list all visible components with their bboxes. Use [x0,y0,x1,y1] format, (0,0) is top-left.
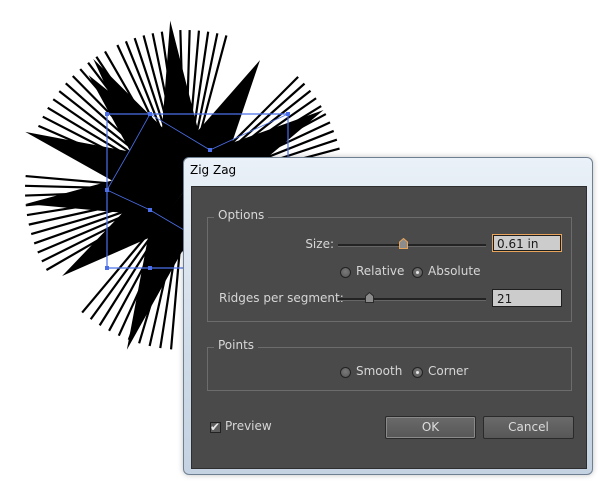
relative-radio[interactable] [340,267,351,278]
size-slider-thumb[interactable] [398,238,408,249]
dialog-body: Options Size: Relative Absolute Ridges p… [191,186,587,469]
preview-checkbox[interactable]: ✔ [210,420,221,434]
smooth-radio[interactable] [340,367,351,378]
corner-radio[interactable] [412,367,423,378]
points-group-title: Points [214,338,259,352]
ridges-slider[interactable] [338,298,486,301]
cancel-button[interactable]: Cancel [483,416,574,439]
dialog-title: Zig Zag [190,163,237,177]
zigzag-dialog: Zig Zag Options Size: Relative Absolute … [183,157,593,475]
ok-button[interactable]: OK [385,416,476,439]
corner-label: Corner [428,364,469,378]
options-group-title: Options [214,208,269,222]
size-input[interactable] [492,234,562,252]
ridges-label: Ridges per segment: [219,291,344,305]
ridges-slider-thumb[interactable] [364,292,374,303]
preview-label: Preview [225,419,272,433]
absolute-radio[interactable] [412,267,423,278]
relative-label: Relative [356,264,405,278]
checkmark-icon: ✔ [210,420,221,434]
smooth-label: Smooth [356,364,403,378]
absolute-label: Absolute [428,264,481,278]
size-label: Size: [305,237,334,251]
ridges-input[interactable] [492,289,562,307]
size-slider[interactable] [338,244,486,247]
